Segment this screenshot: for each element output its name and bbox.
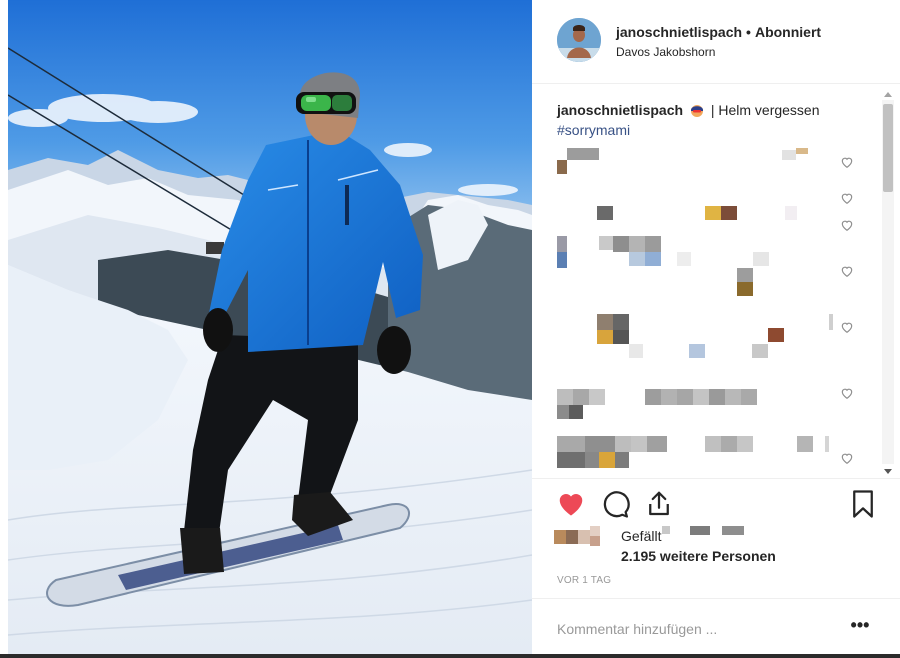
list-item [557, 148, 607, 178]
more-options-button[interactable]: ••• [848, 615, 872, 639]
post-side-panel: janoschnietlispach • Abonniert Davos Jakob… [532, 0, 900, 654]
likes-section: Gefällt 2.195 weitere Personen [532, 520, 900, 570]
caption-hashtag[interactable]: #sorrymami [557, 122, 630, 138]
follow-status[interactable]: Abonniert [755, 24, 821, 40]
comment-input[interactable] [557, 619, 837, 639]
header-user-line: janoschnietlispach • Abonniert [616, 24, 821, 40]
scroll-up-arrow-icon[interactable] [884, 92, 892, 97]
list-item [557, 389, 777, 421]
heart-outline-icon[interactable] [840, 386, 854, 400]
list-item [597, 206, 797, 222]
scrollbar-thumb[interactable] [883, 104, 893, 192]
heart-outline-icon[interactable] [840, 155, 854, 169]
post-caption: janoschnietlispach | Helm vergessen #sor… [557, 100, 877, 140]
comments-scrollbar[interactable] [880, 86, 896, 478]
liked-by-count[interactable]: 2.195 weitere Personen [621, 548, 776, 564]
liked-by-name-censored [662, 526, 752, 536]
caption-text: | Helm vergessen [710, 102, 820, 118]
heart-filled-icon[interactable] [556, 489, 586, 519]
post-location[interactable]: Davos Jakobshorn [616, 45, 715, 59]
post-header: janoschnietlispach • Abonniert Davos Jakob… [532, 0, 900, 84]
emoji-icon [690, 105, 703, 117]
share-upload-icon[interactable] [644, 489, 674, 519]
window-bottom-edge [0, 654, 900, 658]
heart-outline-icon[interactable] [840, 320, 854, 334]
comment-bubble-icon[interactable] [600, 489, 630, 519]
liked-by-text: Gefällt [621, 528, 662, 544]
scroll-down-arrow-icon[interactable] [884, 469, 892, 474]
list-item [557, 236, 772, 296]
heart-outline-icon[interactable] [840, 218, 854, 232]
heart-outline-icon[interactable] [840, 191, 854, 205]
heart-outline-icon[interactable] [840, 451, 854, 465]
list-item [597, 314, 833, 364]
liker-avatars[interactable] [554, 526, 610, 548]
heart-outline-icon[interactable] [840, 264, 854, 278]
bookmark-icon[interactable] [848, 489, 878, 519]
caption-username[interactable]: janoschnietlispach [557, 102, 683, 118]
header-separator: • [746, 24, 751, 40]
add-comment-bar: ••• [532, 598, 900, 654]
avatar[interactable] [557, 18, 601, 62]
post-photo[interactable] [8, 0, 532, 654]
header-username[interactable]: janoschnietlispach [616, 24, 742, 40]
list-item [557, 436, 847, 470]
comments-list: janoschnietlispach | Helm vergessen #sor… [532, 86, 900, 478]
list-item [782, 148, 812, 162]
post-timestamp[interactable]: VOR 1 TAG [557, 575, 611, 586]
